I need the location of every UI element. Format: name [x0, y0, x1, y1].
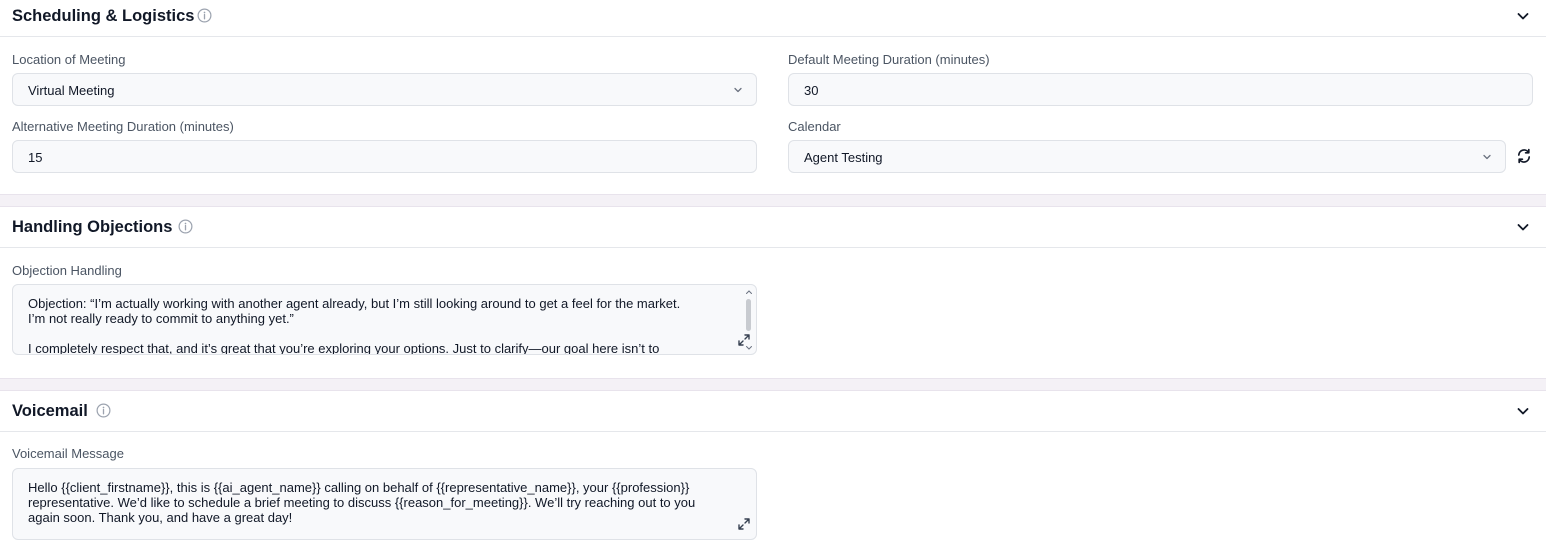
objection-textarea[interactable]: Objection: “I’m actually working with an… — [12, 284, 757, 355]
voicemail-message-text: Hello {{client_firstname}}, this is {{ai… — [28, 480, 696, 525]
scroll-up-icon[interactable] — [745, 288, 753, 296]
calendar-value: Agent Testing — [804, 150, 883, 165]
alt-duration-value: 15 — [28, 150, 43, 165]
voicemail-message-textarea[interactable]: Hello {{client_firstname}}, this is {{ai… — [12, 468, 757, 540]
default-duration-input[interactable]: 30 — [788, 73, 1533, 106]
location-select[interactable]: Virtual Meeting — [12, 73, 757, 106]
section-title: Voicemail — [12, 402, 88, 420]
scheduling-section-header[interactable]: Scheduling & Logistics — [0, 0, 1546, 37]
voicemail-section-header[interactable]: Voicemail — [0, 391, 1546, 432]
section-title: Handling Objections — [12, 218, 173, 236]
chevron-down-icon[interactable] — [1515, 8, 1531, 24]
scrollbar-thumb[interactable] — [746, 299, 751, 331]
info-icon[interactable] — [178, 219, 193, 234]
info-icon[interactable] — [197, 8, 212, 23]
scheduling-section: Scheduling & Logistics Location of Meeti… — [0, 0, 1546, 194]
voicemail-section: Voicemail Voicemail Message Hello {{clie… — [0, 391, 1546, 548]
objections-section-header[interactable]: Handling Objections — [0, 207, 1546, 248]
objections-section: Handling Objections Objection Handling O… — [0, 207, 1546, 378]
chevron-down-icon[interactable] — [1515, 403, 1531, 419]
default-duration-value: 30 — [804, 83, 819, 98]
objection-text: Objection: “I’m actually working with an… — [28, 296, 681, 355]
location-label: Location of Meeting — [12, 52, 126, 67]
objection-label: Objection Handling — [12, 263, 122, 278]
chevron-down-icon[interactable] — [1515, 219, 1531, 235]
alt-duration-input[interactable]: 15 — [12, 140, 757, 173]
chevron-down-icon — [1483, 154, 1491, 160]
section-divider — [0, 378, 1546, 391]
section-divider — [0, 194, 1546, 207]
chevron-down-icon — [734, 87, 742, 93]
section-title: Scheduling & Logistics — [12, 7, 195, 25]
default-duration-label: Default Meeting Duration (minutes) — [788, 52, 990, 67]
location-value: Virtual Meeting — [28, 83, 115, 98]
refresh-icon[interactable] — [1516, 148, 1532, 164]
expand-icon[interactable] — [737, 333, 751, 347]
info-icon[interactable] — [96, 403, 111, 418]
calendar-label: Calendar — [788, 119, 841, 134]
alt-duration-label: Alternative Meeting Duration (minutes) — [12, 119, 234, 134]
voicemail-message-label: Voicemail Message — [12, 446, 124, 461]
expand-icon[interactable] — [737, 517, 751, 531]
calendar-select[interactable]: Agent Testing — [788, 140, 1506, 173]
